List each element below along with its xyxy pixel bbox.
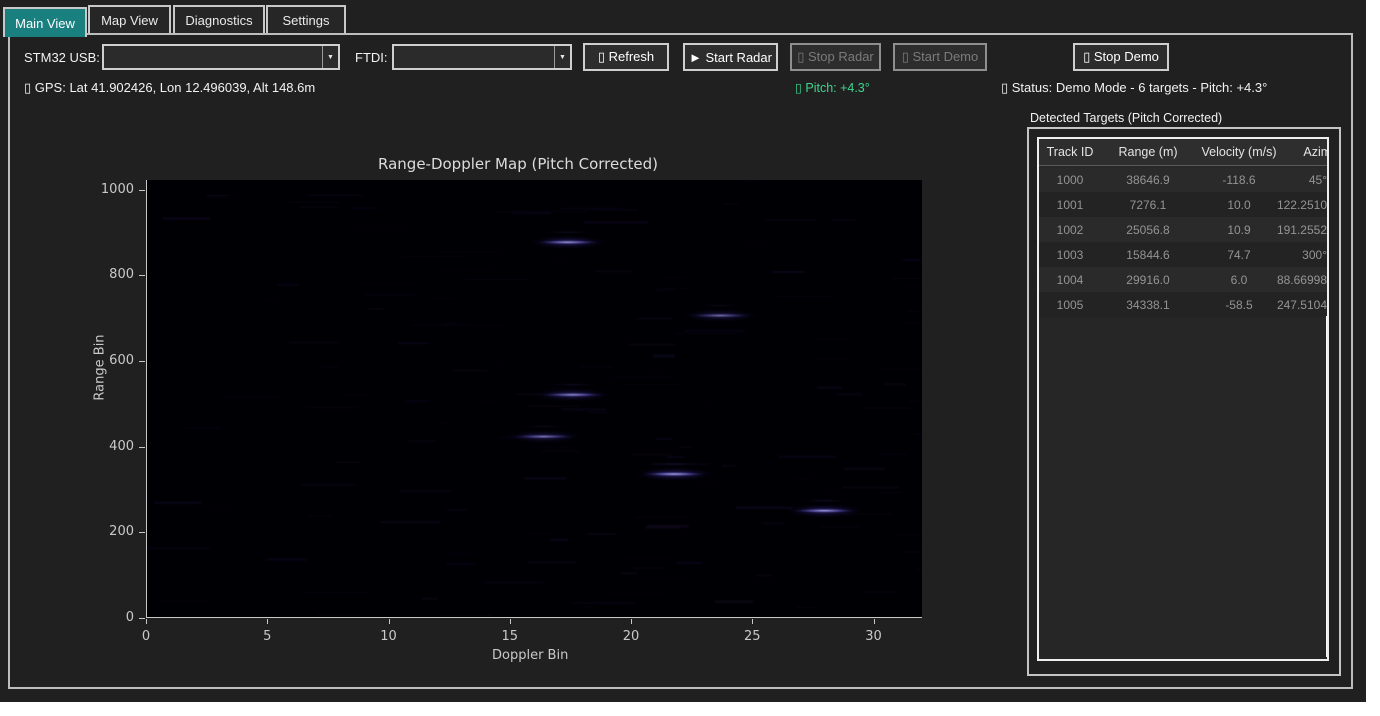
y-tick-label: 0 bbox=[90, 610, 134, 625]
x-tick-label: 25 bbox=[744, 629, 761, 644]
y-tick-mark bbox=[139, 447, 145, 448]
cell-range: 15844.6 bbox=[1101, 248, 1195, 262]
x-tick-label: 30 bbox=[865, 629, 882, 644]
app-window: Main ViewMap ViewDiagnosticsSettings STM… bbox=[0, 0, 1366, 702]
column-header-azimuth[interactable]: Azimuth bbox=[1283, 145, 1327, 159]
x-tick-mark bbox=[510, 619, 511, 624]
y-tick-mark bbox=[139, 361, 145, 362]
table-scrollbar[interactable] bbox=[1326, 316, 1328, 657]
y-tick-mark bbox=[139, 618, 145, 619]
stm32-usb-combo[interactable]: ▼ bbox=[102, 44, 340, 70]
demo-status-text: ▯ Status: Demo Mode - 6 targets - Pitch:… bbox=[1001, 80, 1267, 96]
heatmap-canvas bbox=[147, 180, 921, 616]
tab-diagnostics[interactable]: Diagnostics bbox=[173, 5, 265, 33]
start-radar-button[interactable]: ► Start Radar bbox=[683, 43, 778, 71]
x-tick-label: 20 bbox=[623, 629, 640, 644]
cell-range: 38646.9 bbox=[1101, 173, 1195, 187]
cell-range: 34338.1 bbox=[1101, 298, 1195, 312]
stop-radar-button[interactable]: ▯ Stop Radar bbox=[790, 43, 881, 71]
table-row[interactable]: 10017276.110.0122.2510 bbox=[1039, 192, 1327, 217]
chart-xlabel: Doppler Bin bbox=[492, 648, 568, 663]
cell-velocity: 10.0 bbox=[1195, 198, 1283, 212]
y-tick-label: 600 bbox=[90, 353, 134, 368]
chevron-down-icon[interactable]: ▼ bbox=[322, 46, 338, 68]
x-tick-label: 5 bbox=[263, 629, 271, 644]
x-tick-label: 15 bbox=[501, 629, 518, 644]
y-tick-label: 1000 bbox=[90, 182, 134, 197]
cell-azimuth: 88.66998 bbox=[1277, 273, 1327, 287]
column-header-velocity-m-s[interactable]: Velocity (m/s) bbox=[1195, 145, 1283, 159]
y-tick-mark bbox=[139, 190, 145, 191]
x-tick-mark bbox=[389, 619, 390, 624]
table-row[interactable]: 100225056.810.9191.2552 bbox=[1039, 217, 1327, 242]
x-tick-mark bbox=[874, 619, 875, 624]
y-tick-mark bbox=[139, 532, 145, 533]
start-demo-button[interactable]: ▯ Start Demo bbox=[893, 43, 987, 71]
x-tick-mark bbox=[631, 619, 632, 624]
cell-range: 7276.1 bbox=[1101, 198, 1195, 212]
cell-track-id: 1001 bbox=[1039, 198, 1101, 212]
targets-table[interactable]: Track IDRange (m)Velocity (m/s)Azimuth 1… bbox=[1037, 137, 1329, 661]
cell-track-id: 1002 bbox=[1039, 223, 1101, 237]
cell-azimuth: 191.2552 bbox=[1277, 223, 1327, 237]
tab-map-view[interactable]: Map View bbox=[88, 5, 171, 33]
column-header-range-m[interactable]: Range (m) bbox=[1101, 145, 1195, 159]
tab-main-view[interactable]: Main View bbox=[3, 7, 87, 37]
table-row[interactable]: 100429916.06.088.66998 bbox=[1039, 267, 1327, 292]
refresh-button[interactable]: ▯ Refresh bbox=[583, 43, 669, 71]
x-tick-label: 10 bbox=[380, 629, 397, 644]
targets-panel-title: Detected Targets (Pitch Corrected) bbox=[1030, 111, 1222, 125]
cell-range: 29916.0 bbox=[1101, 273, 1195, 287]
chart-title: Range-Doppler Map (Pitch Corrected) bbox=[378, 155, 658, 173]
y-tick-label: 800 bbox=[90, 267, 134, 282]
cell-track-id: 1004 bbox=[1039, 273, 1101, 287]
y-tick-mark bbox=[139, 275, 145, 276]
table-row[interactable]: 100315844.674.7 300° bbox=[1039, 242, 1327, 267]
column-header-track-id[interactable]: Track ID bbox=[1039, 145, 1101, 159]
targets-table-header: Track IDRange (m)Velocity (m/s)Azimuth bbox=[1039, 139, 1327, 166]
cell-azimuth: 247.5104 bbox=[1277, 298, 1327, 312]
cell-azimuth: 122.2510 bbox=[1277, 198, 1327, 212]
stop-demo-button[interactable]: ▯ Stop Demo bbox=[1073, 43, 1169, 71]
cell-velocity: 74.7 bbox=[1195, 248, 1283, 262]
cell-track-id: 1005 bbox=[1039, 298, 1101, 312]
cell-velocity: 6.0 bbox=[1195, 273, 1283, 287]
x-tick-mark bbox=[146, 619, 147, 624]
cell-azimuth: 300° bbox=[1302, 248, 1327, 262]
cell-velocity: 10.9 bbox=[1195, 223, 1283, 237]
cell-velocity: -118.6 bbox=[1195, 173, 1283, 187]
pitch-indicator: ▯ Pitch: +4.3° bbox=[795, 80, 870, 95]
range-doppler-heatmap[interactable] bbox=[146, 180, 922, 618]
y-tick-label: 400 bbox=[90, 439, 134, 454]
gps-status-text: ▯ GPS: Lat 41.902426, Lon 12.496039, Alt… bbox=[24, 80, 315, 96]
ftdi-combo[interactable]: ▼ bbox=[392, 44, 572, 70]
x-tick-label: 0 bbox=[142, 629, 150, 644]
table-row[interactable]: 100038646.9-118.6 45° bbox=[1039, 167, 1327, 192]
x-tick-mark bbox=[752, 619, 753, 624]
cell-range: 25056.8 bbox=[1101, 223, 1195, 237]
cell-velocity: -58.5 bbox=[1195, 298, 1283, 312]
cell-track-id: 1000 bbox=[1039, 173, 1101, 187]
x-tick-mark bbox=[267, 619, 268, 624]
tab-settings[interactable]: Settings bbox=[266, 5, 346, 33]
cell-azimuth: 45° bbox=[1309, 173, 1327, 187]
table-row[interactable]: 100534338.1-58.5247.5104 bbox=[1039, 292, 1327, 317]
y-tick-label: 200 bbox=[90, 524, 134, 539]
chevron-down-icon[interactable]: ▼ bbox=[554, 46, 570, 68]
cell-track-id: 1003 bbox=[1039, 248, 1101, 262]
